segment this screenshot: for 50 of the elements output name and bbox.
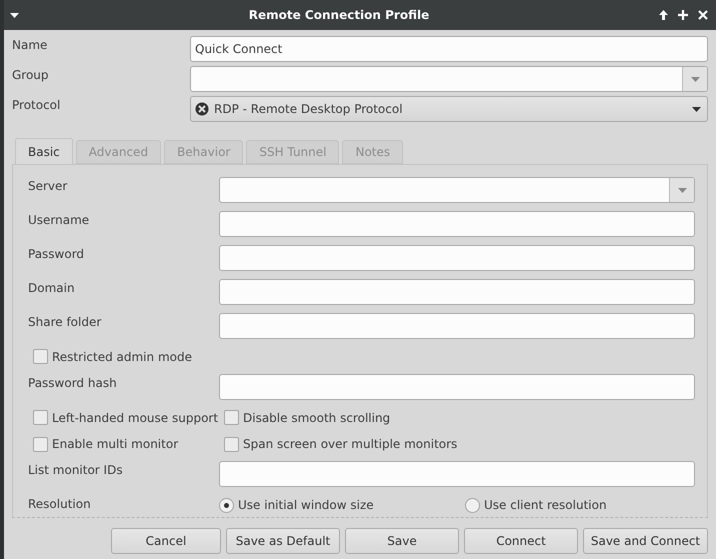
text-field[interactable]	[219, 245, 695, 271]
caret-icon	[678, 188, 686, 192]
checkbox-label: Restricted admin mode	[52, 350, 192, 364]
dialog-button[interactable]: Save as Default	[226, 528, 340, 554]
combo-field[interactable]	[219, 177, 695, 203]
text-field[interactable]: Quick Connect	[190, 36, 708, 62]
checkbox[interactable]	[224, 436, 239, 452]
radio-button[interactable]	[465, 498, 480, 513]
radio-label: Use initial window size	[238, 498, 374, 512]
field-label: Name	[12, 37, 48, 52]
field-label: Protocol	[12, 97, 62, 112]
window-title: Remote Connection Profile	[248, 8, 430, 22]
checkbox[interactable]	[33, 349, 48, 364]
menu-icon[interactable]	[10, 12, 19, 18]
field-label: Resolution	[28, 497, 92, 512]
protocol-dropdown[interactable]: RDP - Remote Desktop Protocol	[190, 96, 708, 122]
text-field[interactable]	[219, 374, 695, 400]
field-label: Server	[28, 178, 68, 193]
field-label: Username	[28, 212, 90, 227]
dialog-button[interactable]: Connect	[464, 528, 578, 554]
text-field[interactable]	[219, 211, 695, 237]
radio-button[interactable]	[219, 498, 234, 513]
field-label: Group	[12, 67, 50, 82]
text-field[interactable]	[219, 279, 695, 305]
caret-icon	[692, 106, 701, 112]
checkbox[interactable]	[33, 436, 48, 452]
field-label: Domain	[28, 280, 76, 295]
field-label: Password hash	[28, 374, 118, 390]
checkbox[interactable]	[224, 410, 239, 426]
dialog-button[interactable]: Save and Connect	[583, 528, 708, 554]
field-label: Share folder	[28, 314, 102, 329]
dialog-button[interactable]: Cancel	[111, 528, 221, 554]
radio-label: Use client resolution	[484, 498, 607, 512]
up-arrow-icon[interactable]	[659, 10, 668, 20]
text-field[interactable]	[219, 461, 695, 488]
text-field[interactable]	[219, 313, 695, 339]
checkbox-label: Enable multi monitor	[52, 437, 178, 452]
tab[interactable]: Basic	[15, 138, 73, 164]
checkbox-label: Left-handed mouse support	[52, 410, 218, 425]
field-label: Password	[28, 246, 86, 261]
caret-icon	[690, 76, 700, 82]
combo-field[interactable]	[190, 66, 708, 92]
field-label: List monitor IDs	[28, 462, 124, 478]
protocol-icon	[195, 102, 209, 116]
maximize-icon[interactable]	[678, 10, 688, 20]
checkbox-label: Disable smooth scrolling	[243, 410, 390, 425]
dialog-button[interactable]: Save	[345, 528, 459, 554]
close-icon[interactable]	[698, 10, 708, 20]
checkbox-label: Span screen over multiple monitors	[243, 437, 458, 452]
checkbox[interactable]	[33, 410, 48, 426]
